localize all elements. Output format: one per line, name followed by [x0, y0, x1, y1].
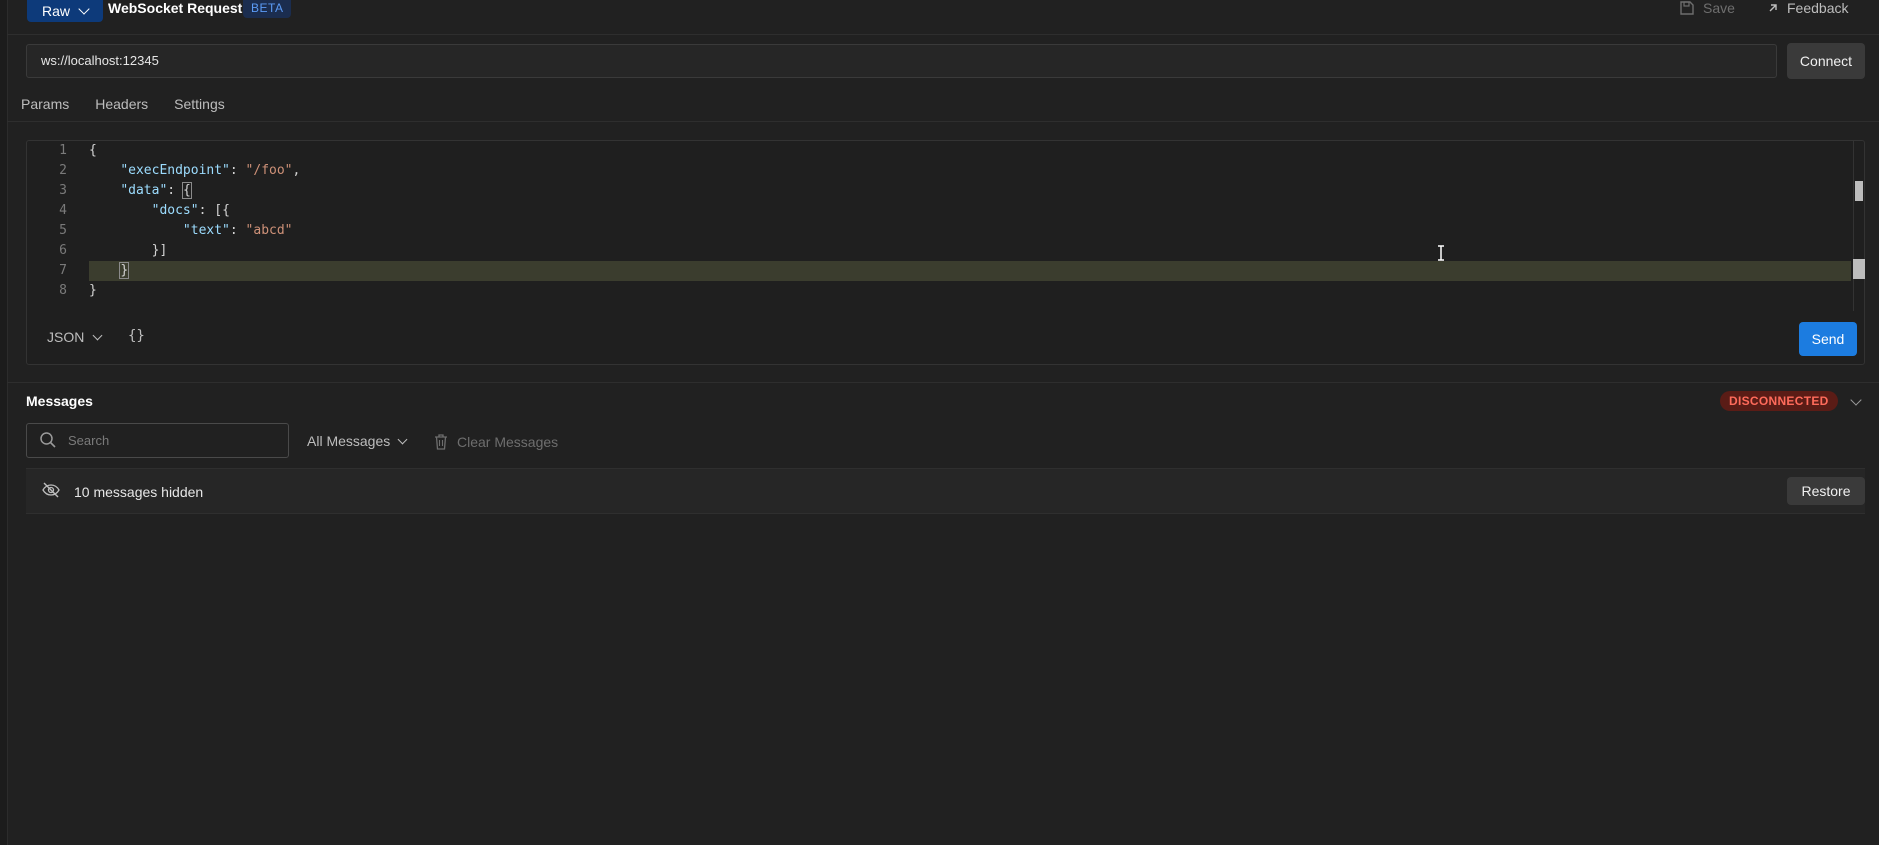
external-link-icon [1769, 4, 1777, 12]
line-number: 5 [59, 223, 67, 238]
scrollbar-thumb[interactable] [1855, 181, 1863, 201]
url-input[interactable]: ws://localhost:12345 [26, 44, 1777, 78]
feedback-label: Feedback [1787, 0, 1849, 16]
json-string: "abcd" [245, 223, 293, 238]
search-placeholder: Search [68, 433, 110, 448]
code-text: : [167, 183, 183, 198]
restore-button[interactable]: Restore [1787, 477, 1865, 505]
request-title: WebSocket Request [108, 0, 243, 16]
line-number: 1 [59, 143, 67, 158]
line-number: 7 [59, 263, 67, 278]
chevron-down-icon [92, 330, 103, 340]
hidden-messages-label: 10 messages hidden [74, 484, 204, 500]
line-number: 3 [59, 183, 67, 198]
code-text: }] [151, 243, 168, 258]
mode-dropdown[interactable]: Raw [27, 0, 103, 22]
format-json-button[interactable]: {} [128, 328, 145, 344]
code-line-active: 7 } [27, 261, 1851, 281]
line-number: 6 [59, 243, 67, 258]
chevron-down-icon [397, 434, 408, 444]
code-text: : [{ [198, 203, 230, 218]
code-editor[interactable]: 1 { 2 "execEndpoint": "/foo", 3 "data": … [27, 141, 1865, 311]
send-button[interactable]: Send [1799, 322, 1857, 356]
chevron-down-icon [78, 2, 90, 15]
matched-bracket: { [181, 182, 192, 199]
tab-settings[interactable]: Settings [174, 96, 225, 112]
json-key: "docs" [151, 203, 199, 218]
text-cursor-icon [1438, 245, 1444, 261]
save-icon [1680, 1, 1694, 15]
editor-scrollbar[interactable] [1853, 141, 1866, 311]
save-label: Save [1703, 0, 1735, 16]
beta-badge: BETA [243, 0, 292, 18]
line-number: 8 [59, 283, 67, 298]
code-line: 4 "docs": [{ [27, 201, 1851, 221]
eye-off-icon [42, 482, 60, 498]
search-icon [40, 432, 56, 448]
code-line: 1 { [27, 141, 1851, 161]
section-divider [7, 382, 1879, 383]
active-line-highlight [89, 261, 1851, 281]
json-key: "text" [182, 223, 230, 238]
code-text: } [89, 283, 97, 298]
code-line: 5 "text": "abcd" [27, 221, 1851, 241]
json-string: "/foo" [245, 163, 293, 178]
code-text: , [292, 163, 301, 178]
line-number: 4 [59, 203, 67, 218]
json-key: "execEndpoint" [120, 163, 230, 178]
mode-label: Raw [41, 3, 70, 19]
clear-messages-button[interactable]: Clear Messages [433, 433, 558, 450]
code-line: 8 } [27, 281, 1851, 301]
hidden-messages-row: 10 messages hidden [26, 468, 1865, 514]
tabs-divider [7, 121, 1879, 122]
filter-label: All Messages [307, 433, 391, 449]
connection-status-badge: DISCONNECTED [1720, 391, 1838, 411]
tab-params[interactable]: Params [21, 96, 69, 112]
tab-headers[interactable]: Headers [95, 96, 148, 112]
code-line: 2 "execEndpoint": "/foo", [27, 161, 1851, 181]
trash-icon [435, 434, 447, 450]
cursor-position-marker [1853, 259, 1865, 279]
messages-title: Messages [26, 393, 93, 409]
code-line: 6 }] [27, 241, 1851, 261]
language-dropdown[interactable]: JSON [47, 329, 103, 345]
json-key: "data" [120, 183, 168, 198]
line-number: 2 [59, 163, 67, 178]
feedback-button[interactable]: Feedback [1767, 0, 1848, 16]
matched-bracket: } [119, 262, 130, 279]
language-label: JSON [47, 329, 85, 345]
left-edge-panel [0, 0, 8, 845]
top-bar: Raw WebSocket Request BETA Save Feedback [7, 0, 1879, 35]
chevron-down-icon[interactable] [1850, 394, 1862, 406]
code-text: : [229, 223, 246, 238]
save-button[interactable]: Save [1679, 0, 1735, 16]
message-filter-dropdown[interactable]: All Messages [307, 433, 408, 449]
message-editor-panel: 1 { 2 "execEndpoint": "/foo", 3 "data": … [26, 140, 1865, 365]
clear-messages-label: Clear Messages [457, 433, 559, 450]
code-text: { [89, 143, 97, 158]
connect-button[interactable]: Connect [1787, 43, 1865, 79]
message-search-input[interactable]: Search [26, 423, 289, 458]
request-tabs: Params Headers Settings [21, 96, 225, 112]
code-line: 3 "data": { [27, 181, 1851, 201]
code-text: : [229, 163, 246, 178]
